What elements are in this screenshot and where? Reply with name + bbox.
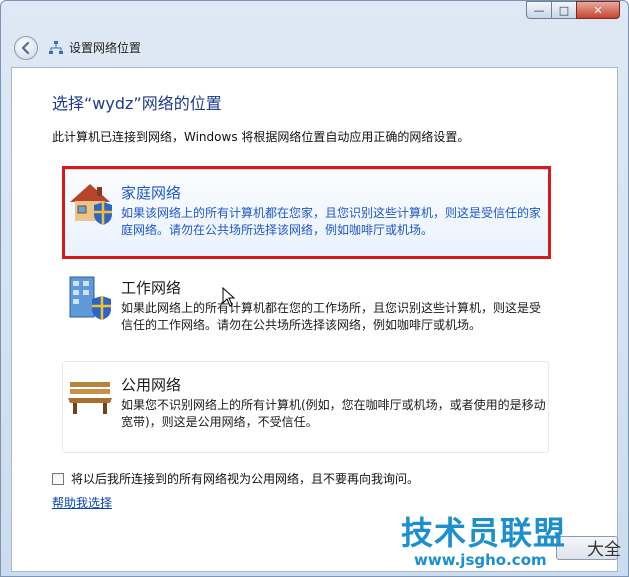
home-icon <box>70 184 112 225</box>
maximize-button[interactable]: □ <box>551 1 577 19</box>
public-network-checkbox-row[interactable]: 将以后我所连接到的所有网络视为公用网络，且不要再向我询问。 <box>52 470 419 487</box>
option-work-description: 如果此网络上的所有计算机都在您的工作场所，且您识别这些计算机，则这是受信任的工作… <box>121 301 542 332</box>
watermark-text: 技术员联盟 <box>401 514 567 552</box>
option-public-title: 公用网络 <box>121 376 182 394</box>
help-link[interactable]: 帮助我选择 <box>52 494 112 511</box>
close-button[interactable]: ✕ <box>576 1 620 19</box>
option-public-description: 如果您不识别网络上的所有计算机(例如，您在咖啡厅或机场，或者使用的是移动宽带)，… <box>121 398 546 429</box>
page-title: 选择“wydz”网络的位置 <box>52 94 222 113</box>
dialog-window: — □ ✕ 设置网络位置 选择“wydz”网络的位置 此计算机已连接到网络，Wi… <box>0 0 629 577</box>
content-area: 选择“wydz”网络的位置 此计算机已连接到网络，Windows 将根据网络位置… <box>11 67 618 572</box>
mouse-cursor-icon <box>222 287 236 307</box>
public-network-checkbox[interactable] <box>52 472 64 485</box>
nav-title-text: 设置网络位置 <box>69 41 142 55</box>
option-home-title: 家庭网络 <box>121 184 182 202</box>
nav-title: 设置网络位置 <box>49 39 141 56</box>
watermark-url: www.jsgho.com <box>414 551 547 569</box>
option-work-network[interactable]: 工作网络 如果此网络上的所有计算机都在您的工作场所，且您识别这些计算机，则这是受… <box>62 264 549 352</box>
network-icon <box>49 40 63 54</box>
minimize-button[interactable]: — <box>526 1 552 19</box>
caption-buttons: — □ ✕ <box>526 1 620 19</box>
watermark-small: 大全 <box>587 540 621 560</box>
option-home-description: 如果该网络上的所有计算机都在您家，且您识别这些计算机，则这是受信任的家庭网络。请… <box>121 206 542 237</box>
park-bench-icon <box>68 382 112 414</box>
option-work-title: 工作网络 <box>121 279 182 297</box>
navigation-bar: 设置网络位置 <box>1 27 628 67</box>
back-arrow-icon <box>21 41 30 55</box>
page-description: 此计算机已连接到网络，Windows 将根据网络位置自动应用正确的网络设置。 <box>52 130 470 144</box>
back-button[interactable] <box>14 36 38 60</box>
office-building-icon <box>69 276 111 320</box>
option-public-network[interactable]: 公用网络 如果您不识别网络上的所有计算机(例如，您在咖啡厅或机场，或者使用的是移… <box>62 361 549 453</box>
checkbox-label: 将以后我所连接到的所有网络视为公用网络，且不要再向我询问。 <box>71 472 420 486</box>
option-home-network[interactable]: 家庭网络 如果该网络上的所有计算机都在您家，且您识别这些计算机，则这是受信任的家… <box>62 169 549 258</box>
